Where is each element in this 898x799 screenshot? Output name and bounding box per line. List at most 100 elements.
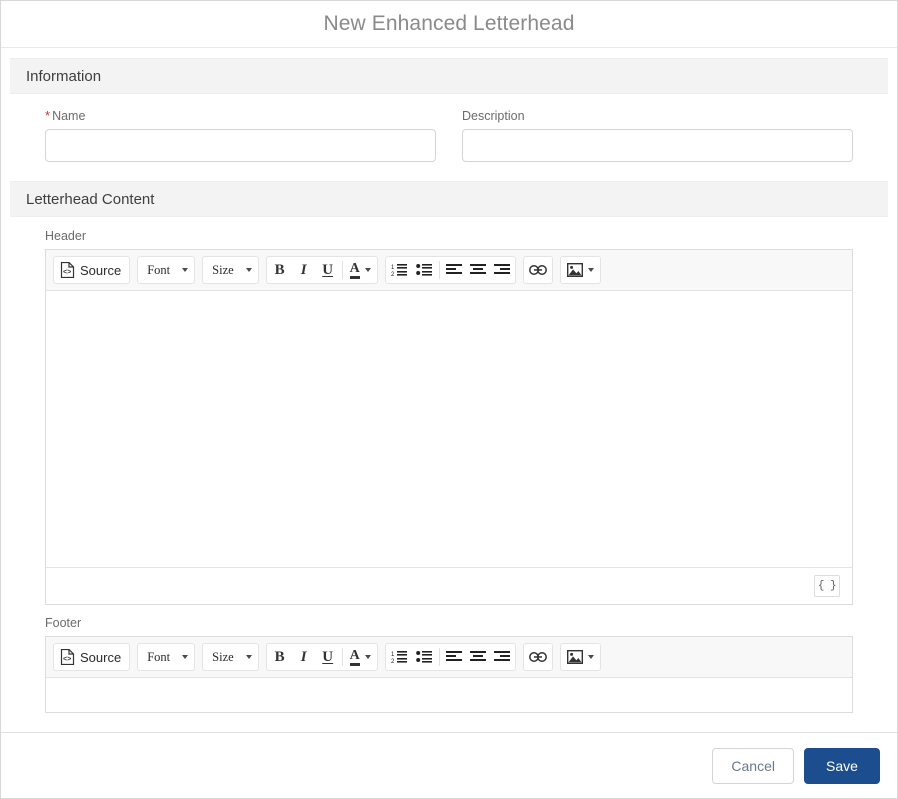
svg-text:<>: <> — [63, 269, 71, 277]
underline-icon: U — [322, 648, 334, 665]
section-title-letterhead-content: Letterhead Content — [26, 190, 155, 208]
modal-body: Information * Name Description Letterhead… — [1, 49, 897, 732]
text-format-group: B I U A — [265, 256, 378, 284]
image-group — [559, 643, 601, 671]
name-input[interactable] — [45, 129, 436, 162]
source-button[interactable]: <> Source — [55, 645, 128, 669]
save-button[interactable]: Save — [804, 747, 880, 784]
italic-icon: I — [300, 648, 307, 665]
chevron-down-icon — [587, 268, 594, 272]
link-icon — [528, 264, 547, 276]
image-button[interactable] — [562, 258, 599, 282]
modal-footer-actions: Cancel Save — [1, 732, 897, 798]
image-icon — [566, 650, 583, 664]
underline-icon: U — [322, 261, 334, 278]
font-group: Font — [137, 256, 196, 284]
merge-field-button[interactable]: { } — [814, 575, 840, 597]
align-center-button[interactable] — [466, 645, 490, 669]
name-field-label: * Name — [45, 108, 436, 124]
size-dropdown[interactable]: Size — [204, 645, 257, 669]
list-group: 1 2 — [384, 256, 516, 284]
list-group: 1 2 — [384, 643, 516, 671]
svg-text:<>: <> — [63, 656, 71, 664]
italic-button[interactable]: I — [292, 258, 316, 282]
chevron-down-icon — [182, 268, 189, 272]
svg-text:2: 2 — [391, 659, 395, 664]
bold-icon: B — [274, 648, 285, 665]
link-button[interactable] — [525, 645, 551, 669]
text-color-button[interactable]: A — [345, 645, 376, 669]
bold-button[interactable]: B — [268, 645, 292, 669]
font-dropdown-label: Font — [147, 649, 171, 664]
bulleted-list-icon — [415, 650, 433, 664]
description-field-label: Description — [462, 109, 525, 123]
align-left-button[interactable] — [442, 258, 466, 282]
header-editor-status-bar: { } — [46, 568, 852, 604]
size-group: Size — [202, 256, 259, 284]
toolbar-divider — [341, 261, 343, 279]
source-icon: <> — [60, 262, 75, 278]
name-label-text: Name — [52, 109, 86, 123]
chevron-down-icon — [245, 655, 252, 659]
section-title-information: Information — [26, 67, 102, 85]
numbered-list-button[interactable]: 1 2 — [387, 645, 412, 669]
bulleted-list-icon — [415, 263, 433, 277]
image-icon — [566, 263, 583, 277]
page-title: New Enhanced Letterhead — [323, 12, 575, 35]
numbered-list-button[interactable]: 1 2 — [387, 258, 412, 282]
align-center-icon — [469, 263, 486, 277]
header-editor-block: Header <> Source Font Size B I U A 1 2 {… — [1, 217, 897, 605]
footer-editor-content-area[interactable] — [46, 678, 852, 712]
image-button[interactable] — [562, 645, 599, 669]
bulleted-list-button[interactable] — [412, 645, 437, 669]
text-color-icon: A — [349, 648, 360, 666]
description-field-wrapper: Description — [462, 108, 853, 162]
description-input[interactable] — [462, 129, 853, 162]
underline-button[interactable]: U — [316, 645, 340, 669]
bold-button[interactable]: B — [268, 258, 292, 282]
text-color-icon: A — [349, 261, 360, 279]
header-editor-content-area[interactable] — [46, 291, 852, 568]
chevron-down-icon — [587, 655, 594, 659]
svg-text:2: 2 — [391, 272, 395, 277]
numbered-list-icon: 1 2 — [391, 263, 408, 277]
italic-button[interactable]: I — [292, 645, 316, 669]
font-dropdown[interactable]: Font — [139, 645, 193, 669]
source-button[interactable]: <> Source — [55, 258, 128, 282]
size-dropdown-label: Size — [212, 262, 234, 277]
size-dropdown[interactable]: Size — [204, 258, 257, 282]
new-enhanced-letterhead-modal: New Enhanced Letterhead Information * Nam… — [0, 0, 898, 799]
size-group: Size — [202, 643, 259, 671]
image-group — [559, 256, 601, 284]
font-dropdown[interactable]: Font — [139, 258, 193, 282]
modal-header: New Enhanced Letterhead — [1, 1, 897, 48]
footer-editor-toolbar: <> Source Font Size B I U A 1 2 — [46, 637, 852, 678]
align-right-button[interactable] — [490, 645, 514, 669]
toolbar-divider — [341, 648, 343, 666]
section-header-letterhead-content: Letterhead Content — [10, 181, 888, 217]
italic-icon: I — [300, 261, 307, 278]
underline-button[interactable]: U — [316, 258, 340, 282]
size-dropdown-label: Size — [212, 649, 234, 664]
cancel-button[interactable]: Cancel — [712, 747, 794, 784]
svg-text:1: 1 — [391, 265, 395, 271]
source-group: <> Source — [53, 256, 131, 284]
link-button[interactable] — [525, 258, 551, 282]
link-group — [522, 256, 553, 284]
text-color-button[interactable]: A — [345, 258, 376, 282]
align-left-button[interactable] — [442, 645, 466, 669]
svg-text:1: 1 — [391, 652, 395, 658]
information-fields-row: * Name Description — [1, 94, 897, 172]
source-group: <> Source — [53, 643, 131, 671]
bold-icon: B — [274, 261, 285, 278]
align-center-button[interactable] — [466, 258, 490, 282]
toolbar-divider — [438, 648, 440, 666]
section-header-information: Information — [10, 58, 888, 94]
bulleted-list-button[interactable] — [412, 258, 437, 282]
footer-editor-block: Footer <> Source Font Size B I U A 1 2 — [1, 605, 897, 713]
source-button-label: Source — [80, 262, 122, 278]
toolbar-divider — [438, 261, 440, 279]
header-rich-text-editor: <> Source Font Size B I U A 1 2 {} — [45, 249, 853, 605]
font-dropdown-label: Font — [147, 262, 171, 277]
align-right-button[interactable] — [490, 258, 514, 282]
